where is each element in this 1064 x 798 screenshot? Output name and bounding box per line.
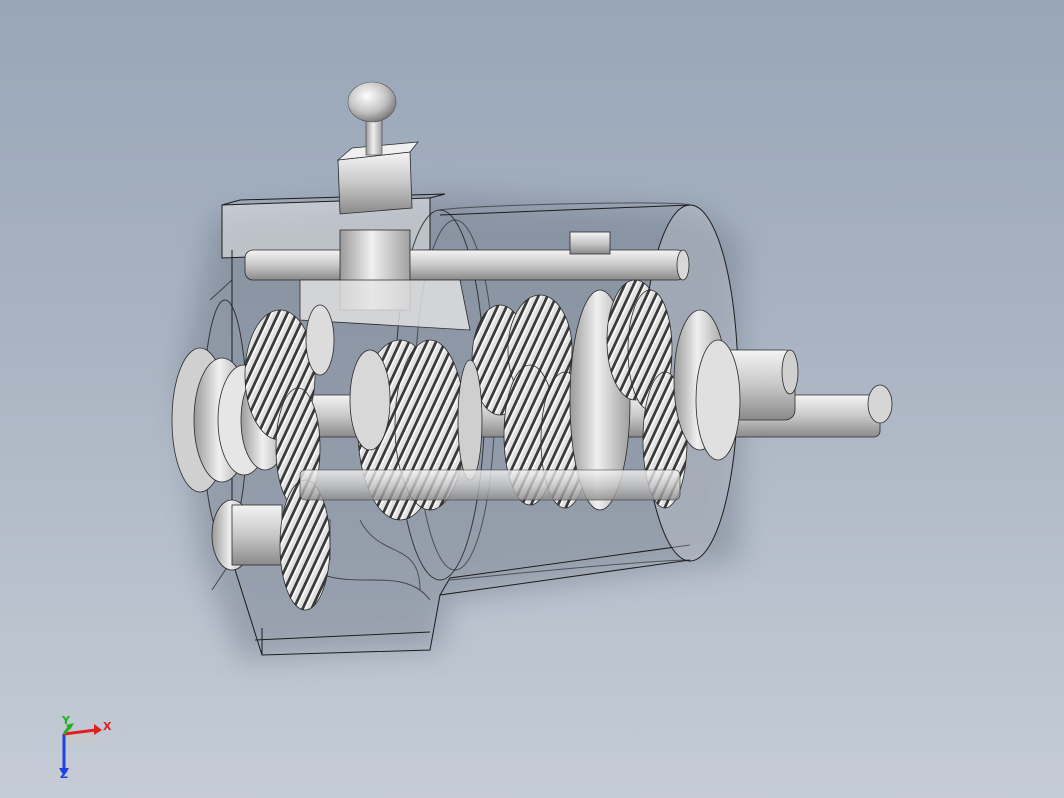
- gearbox-model[interactable]: [0, 0, 1064, 798]
- coordinate-triad[interactable]: X Y Z: [44, 712, 124, 792]
- y-axis-label: Y: [62, 714, 70, 727]
- shifter-tower: [336, 109, 419, 215]
- triad-icon: [59, 723, 102, 776]
- z-axis-label: Z: [60, 768, 68, 781]
- shift-knob-icon[interactable]: [347, 81, 397, 123]
- countershaft: [299, 469, 681, 501]
- x-axis-label: X: [103, 720, 112, 733]
- graphics-viewport[interactable]: X Y Z: [0, 0, 1064, 798]
